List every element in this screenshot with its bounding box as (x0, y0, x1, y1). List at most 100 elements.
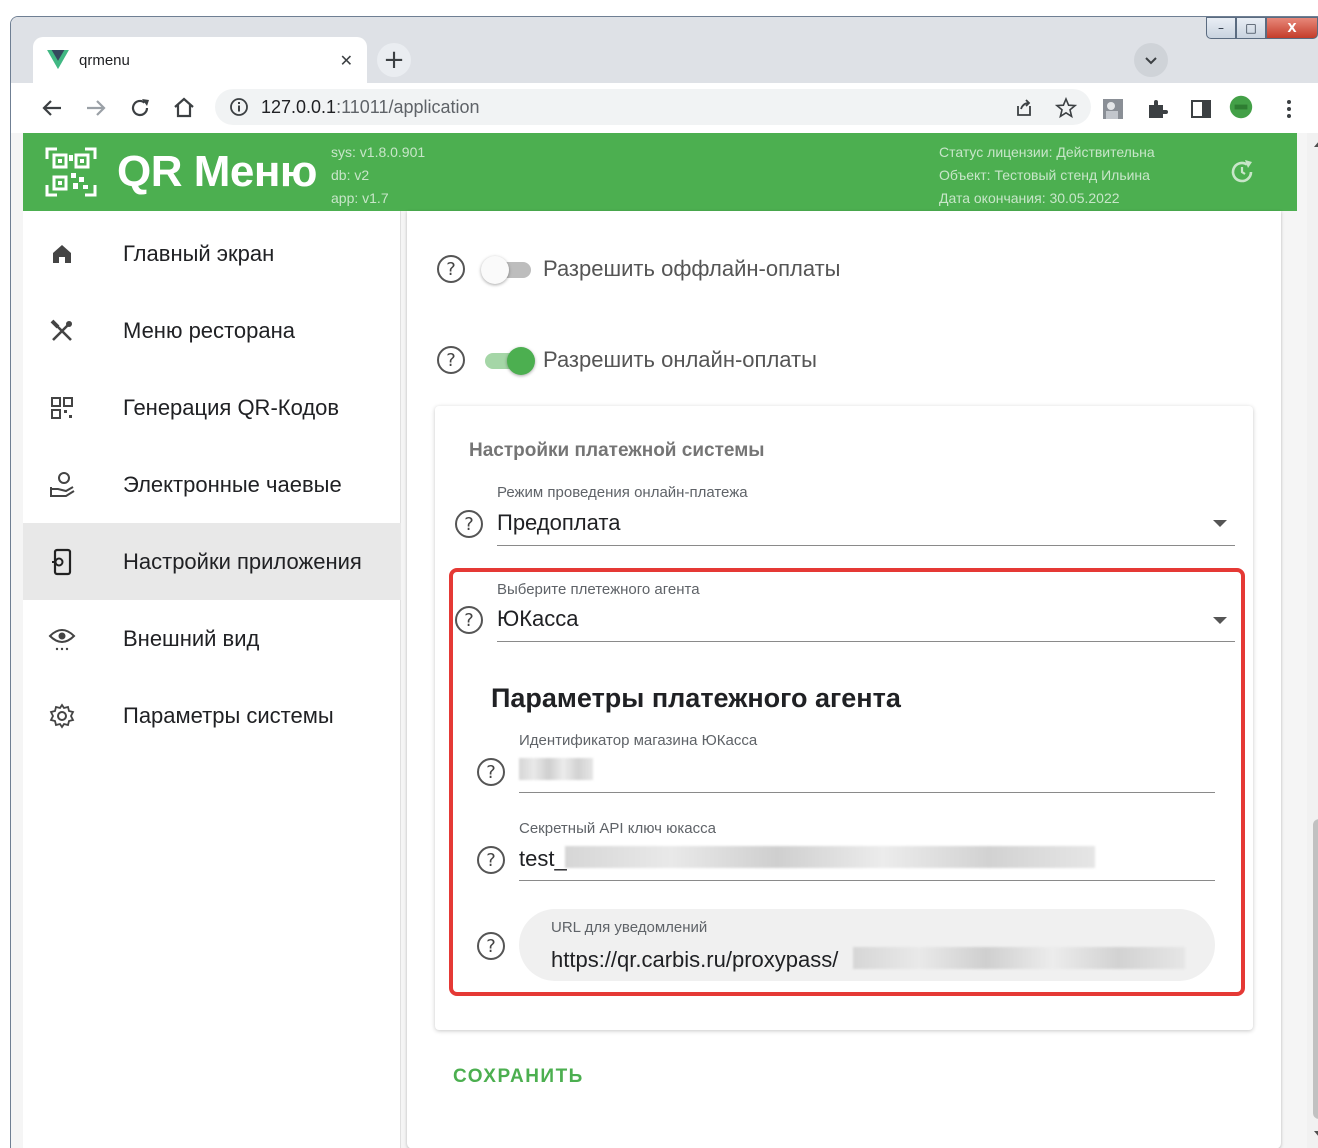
sidebar-item-label: Параметры системы (123, 702, 334, 728)
reload-button[interactable] (125, 93, 155, 123)
home-outline-icon (174, 97, 194, 118)
help-icon[interactable]: ? (477, 846, 505, 874)
sidebar: Главный экран Меню ресторана Генерация Q… (23, 211, 401, 1148)
online-payments-row: ? Разрешить онлайн-оплаты (437, 340, 817, 380)
browser-toolbar: 127.0.0.1:11011/application (11, 83, 1318, 133)
redacted-value (519, 758, 593, 780)
share-icon[interactable] (1013, 97, 1035, 119)
browser-window: qrmenu ✕ + – □ X 127.0.0.1:11011/applica… (10, 16, 1318, 1148)
license-expiry: Дата окончания: 30.05.2022 (939, 190, 1120, 206)
dropdown-arrow-icon[interactable] (1213, 617, 1227, 624)
eye-icon (47, 624, 77, 654)
chevron-down-icon (1145, 57, 1157, 65)
sidebar-item-system[interactable]: Параметры системы (23, 677, 401, 754)
window-controls: – □ X (1206, 17, 1318, 43)
payment-agent-value: ЮКасса (497, 606, 579, 631)
close-window-button[interactable]: X (1266, 17, 1318, 39)
gear-icon (47, 701, 77, 731)
sidebar-item-app-settings[interactable]: Настройки приложения (23, 523, 401, 600)
address-bar[interactable]: 127.0.0.1:11011/application (215, 89, 1091, 125)
sidebar-item-qr[interactable]: Генерация QR-Кодов (23, 369, 401, 446)
maximize-button[interactable]: □ (1236, 17, 1266, 39)
extension-icon[interactable] (1101, 97, 1125, 121)
scroll-thumb[interactable] (1313, 819, 1318, 1119)
notification-url-prefix: https://qr.carbis.ru/proxypass/ (551, 947, 839, 972)
version-info: sys: v1.8.0.901 db: v2 app: v1.7 (331, 141, 425, 210)
sidebar-item-label: Настройки приложения (123, 548, 362, 574)
offline-payments-switch[interactable] (481, 256, 531, 284)
browser-tab[interactable]: qrmenu ✕ (33, 37, 367, 83)
puzzle-icon (1149, 100, 1168, 118)
browser-menu-button[interactable] (1277, 97, 1301, 121)
redacted-value (565, 846, 1095, 868)
sidebar-item-tips[interactable]: Электронные чаевые (23, 446, 401, 523)
more-vert-icon (1287, 100, 1291, 118)
url-path: :11011/application (336, 96, 480, 117)
tab-title: qrmenu (79, 51, 130, 69)
home-button[interactable] (169, 93, 199, 123)
page-scrollbar[interactable] (1307, 133, 1318, 1148)
secret-key-label: Секретный API ключ юкасса (519, 820, 716, 837)
utensils-icon (47, 316, 77, 346)
sidebar-item-appearance[interactable]: Внешний вид (23, 600, 401, 677)
online-payments-label: Разрешить онлайн-оплаты (543, 347, 817, 372)
minimize-button[interactable]: – (1206, 17, 1236, 39)
back-button[interactable] (37, 93, 67, 123)
vue-logo-icon (47, 50, 69, 70)
qr-code-icon (47, 393, 77, 423)
settings-panel: ? Разрешить оффлайн-оплаты ? Разрешить о… (407, 211, 1281, 1148)
payment-mode-value: Предоплата (497, 510, 621, 535)
forward-button[interactable] (81, 93, 111, 123)
side-panel-icon (1191, 100, 1211, 118)
side-panel-button[interactable] (1189, 97, 1213, 121)
sidebar-item-label: Внешний вид (123, 625, 260, 651)
profile-avatar[interactable] (1229, 95, 1253, 119)
help-icon[interactable]: ? (455, 510, 483, 538)
scroll-up-arrow-icon[interactable] (1314, 141, 1318, 147)
agent-params-heading: Параметры платежного агента (491, 683, 901, 713)
sidebar-item-label: Главный экран (123, 240, 275, 266)
shop-id-label: Идентификатор магазина ЮКасса (519, 732, 758, 749)
tab-strip: qrmenu ✕ + – □ X (11, 17, 1318, 83)
home-icon (47, 239, 77, 269)
app-title: QR Меню (117, 147, 318, 196)
dropdown-arrow-icon[interactable] (1213, 520, 1227, 527)
sidebar-item-home[interactable]: Главный экран (23, 215, 401, 292)
sidebar-item-menu[interactable]: Меню ресторана (23, 292, 401, 369)
license-status: Статус лицензии: Действительна (939, 144, 1155, 160)
help-icon[interactable]: ? (437, 255, 465, 283)
url-host: 127.0.0.1 (261, 96, 337, 117)
tab-search-button[interactable] (1134, 43, 1168, 77)
offline-payments-row: ? Разрешить оффлайн-оплаты (437, 249, 841, 289)
secret-key-prefix: test_ (519, 846, 567, 871)
payment-system-card: Настройки платежной системы ? Режим пров… (435, 406, 1253, 1030)
sys-version: sys: v1.8.0.901 (331, 144, 426, 160)
sidebar-item-label: Генерация QR-Кодов (123, 394, 340, 420)
help-icon[interactable]: ? (477, 932, 505, 960)
save-button[interactable]: СОХРАНИТЬ (453, 1066, 584, 1088)
payment-mode-label: Режим проведения онлайн-платежа (497, 484, 748, 501)
help-icon[interactable]: ? (477, 758, 505, 786)
license-object: Объект: Тестовый стенд Ильина (939, 167, 1150, 183)
app-settings-icon (47, 547, 77, 577)
tab-close-button[interactable]: ✕ (340, 51, 353, 70)
help-icon[interactable]: ? (455, 606, 483, 634)
scroll-down-arrow-icon[interactable] (1314, 1131, 1318, 1137)
bookmark-star-icon[interactable] (1055, 97, 1077, 119)
info-icon[interactable] (229, 97, 249, 117)
help-icon[interactable]: ? (437, 346, 465, 374)
refresh-icon[interactable] (1227, 157, 1257, 187)
payment-agent-label: Выберите плетежного агента (497, 581, 700, 598)
reload-icon (131, 99, 149, 117)
app-version: app: v1.7 (331, 190, 389, 206)
new-tab-button[interactable]: + (377, 43, 411, 77)
notification-url-field[interactable]: URL для уведомлений https://qr.carbis.ru… (519, 909, 1215, 981)
extensions-button[interactable] (1145, 97, 1169, 121)
qr-logo-icon (45, 147, 97, 197)
tip-hand-icon (47, 470, 77, 500)
db-version: db: v2 (331, 167, 370, 183)
app-header: QR Меню sys: v1.8.0.901 db: v2 app: v1.7… (23, 133, 1297, 211)
online-payments-switch[interactable] (481, 347, 535, 375)
sidebar-item-label: Меню ресторана (123, 317, 295, 343)
arrow-left-icon (42, 100, 61, 116)
